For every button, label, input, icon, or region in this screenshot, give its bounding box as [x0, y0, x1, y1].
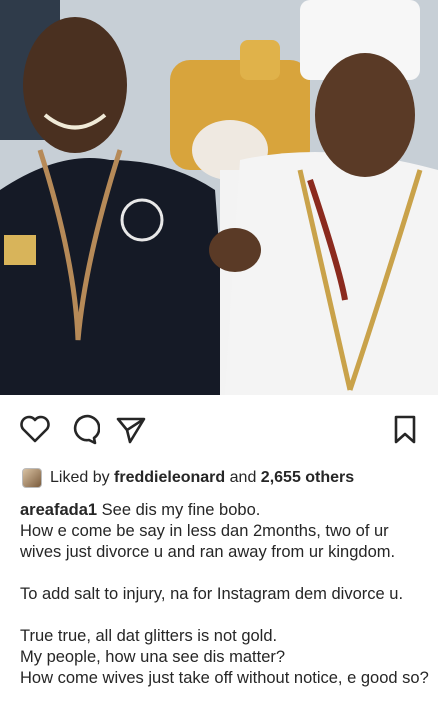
bookmark-icon[interactable]	[388, 412, 422, 446]
likes-summary[interactable]: Liked by freddieleonard and 2,655 others	[22, 466, 354, 490]
post-actions-bar	[0, 412, 438, 452]
post-caption: areafada1 See dis my fine bobo. How e co…	[20, 500, 430, 689]
heart-icon[interactable]	[18, 412, 52, 446]
caption-username[interactable]: areafada1	[20, 501, 97, 519]
liker-avatar	[22, 468, 42, 488]
caption-line-5: True true, all dat glitters is not gold.	[20, 627, 278, 645]
likes-connector: and	[229, 469, 257, 486]
caption-text-0: See dis my fine bobo.	[101, 501, 261, 519]
caption-line-3: To add salt to injury, na for Instagram …	[20, 585, 404, 603]
caption-line-6: My people, how una see dis matter?	[20, 648, 286, 666]
send-icon[interactable]	[114, 412, 148, 446]
liker-username[interactable]: freddieleonard	[114, 469, 225, 487]
post-photo-illustration	[0, 0, 438, 395]
likes-count[interactable]: 2,655 others	[261, 469, 354, 487]
likes-prefix: Liked by	[50, 469, 110, 486]
caption-line-0: areafada1 See dis my fine bobo.	[20, 500, 430, 521]
caption-line-1: How e come be say in less dan 2months, t…	[20, 522, 396, 561]
caption-line-7: How come wives just take off without not…	[20, 669, 429, 687]
post-image[interactable]	[0, 0, 438, 395]
comment-icon[interactable]	[66, 412, 100, 446]
